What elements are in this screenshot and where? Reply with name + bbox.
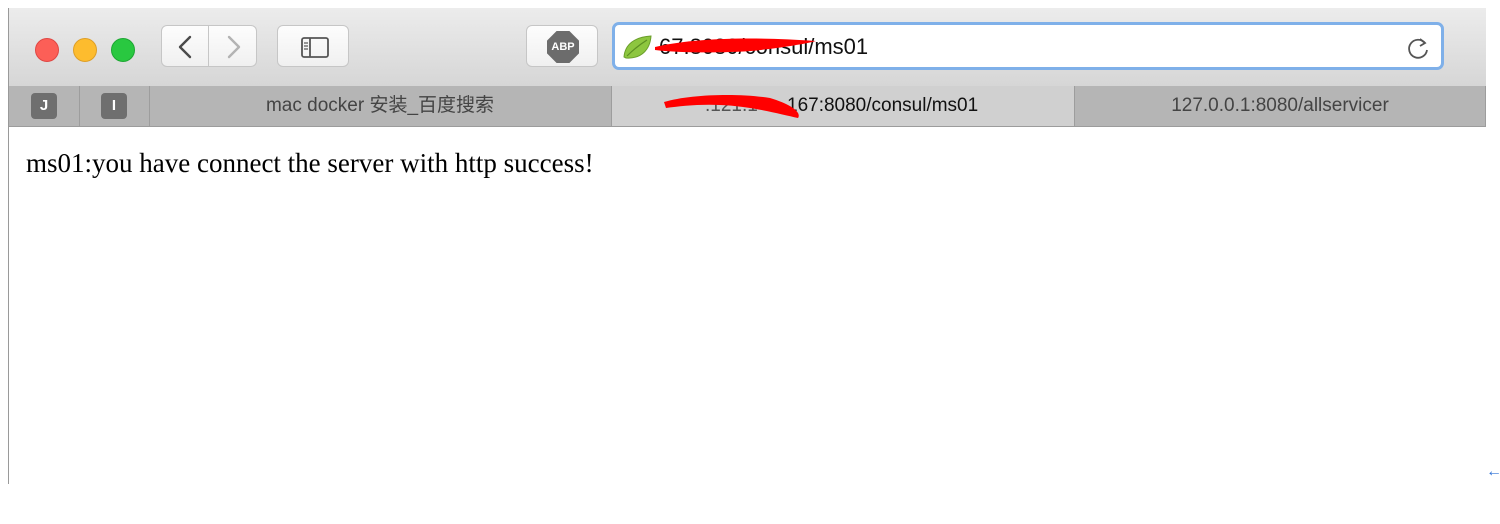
forward-button[interactable] [209,25,257,67]
redaction-mark [664,94,799,118]
arrow-left-icon: ← [1486,463,1500,480]
pinned-tab-icon: I [101,93,127,119]
chevron-left-icon [178,35,192,59]
tab-allservicer[interactable]: 127.0.0.1:8080/allservicer [1075,86,1486,126]
page-content: ms01:you have connect the server with ht… [9,127,1486,484]
tab-label: mac docker 安装_百度搜索 [265,95,495,116]
zoom-window-button[interactable] [111,38,135,62]
browser-window: ABP 67:8080/consul/ms01 J I mac docker 安 [8,8,1486,484]
tab-bar: J I mac docker 安装_百度搜索 .121.1 167:8080/c… [9,86,1486,127]
tab-label: 127.0.0.1:8080/allservicer [1171,95,1389,116]
spring-leaf-icon [623,35,652,59]
address-bar[interactable]: 67:8080/consul/ms01 [612,22,1444,70]
sidebar-toggle-button[interactable] [277,25,349,67]
tab-label: 167:8080/consul/ms01 [787,95,979,116]
close-window-button[interactable] [35,38,59,62]
chevron-right-icon [227,35,241,59]
back-button[interactable] [161,25,209,67]
browser-toolbar: ABP 67:8080/consul/ms01 [9,8,1486,87]
adblock-plus-icon: ABP [547,31,579,63]
tab-consul-ms01[interactable]: .121.1 167:8080/consul/ms01 [612,86,1075,126]
pinned-tab-j[interactable]: J [9,86,80,126]
tab-baidu-search[interactable]: mac docker 安装_百度搜索 [149,86,612,126]
redaction-mark [655,38,816,53]
sidebar-icon [301,37,329,58]
pinned-tab-i[interactable]: I [79,86,150,126]
page-body-text: ms01:you have connect the server with ht… [26,148,594,178]
reload-icon[interactable] [1405,33,1431,61]
pinned-tab-icon: J [31,93,57,119]
minimize-window-button[interactable] [73,38,97,62]
adblock-plus-button[interactable]: ABP [526,25,598,67]
